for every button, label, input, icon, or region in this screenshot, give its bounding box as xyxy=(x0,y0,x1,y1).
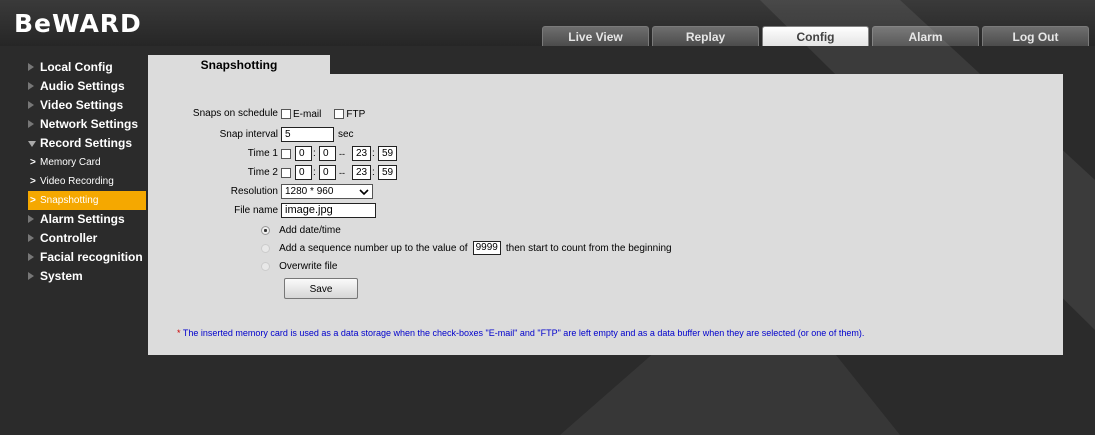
chevron-down-icon xyxy=(359,189,369,196)
time2-checkbox[interactable] xyxy=(281,168,291,178)
time2-label: Time 2 xyxy=(247,167,278,178)
save-button[interactable]: Save xyxy=(284,278,358,299)
resolution-select[interactable]: 1280 * 960 xyxy=(281,184,373,199)
option-sequence-row: Add a sequence number up to the value of… xyxy=(261,240,861,256)
sidebar-subitem-memory-card[interactable]: > Memory Card xyxy=(28,153,146,172)
sidebar-item-controller[interactable]: Controller xyxy=(28,229,146,248)
time2-row: Time 2 0 : 0 -- 23 : 59 xyxy=(168,165,468,181)
chevron-right-icon xyxy=(28,272,34,280)
interval-unit: sec xyxy=(338,129,354,140)
main-tabs: Live View Replay Config Alarm Log Out xyxy=(542,26,1092,46)
schedule-label: Snaps on schedule xyxy=(192,108,278,119)
chevron-right-icon: > xyxy=(30,157,36,168)
chevron-right-icon xyxy=(28,253,34,261)
header-bar: BeWARD Live View Replay Config Alarm Log… xyxy=(0,0,1095,46)
chevron-right-icon: > xyxy=(30,195,36,206)
filename-row: File name image.jpg xyxy=(168,203,468,219)
sidebar-item-video-settings[interactable]: Video Settings xyxy=(28,96,146,115)
chevron-right-icon xyxy=(28,120,34,128)
tab-live-view[interactable]: Live View xyxy=(542,26,649,46)
tab-alarm[interactable]: Alarm xyxy=(872,26,979,46)
tab-log-out[interactable]: Log Out xyxy=(982,26,1089,46)
chevron-right-icon xyxy=(28,215,34,223)
snapshot-settings-panel: Snaps on schedule E-mail FTP Snap interv… xyxy=(148,74,1063,355)
beward-logo: BeWARD xyxy=(14,9,142,38)
ftp-label: FTP xyxy=(346,109,366,120)
resolution-row: Resolution 1280 * 960 xyxy=(168,184,468,200)
time1-end-minute[interactable]: 59 xyxy=(378,146,397,161)
sidebar-item-alarm-settings[interactable]: Alarm Settings xyxy=(28,210,146,229)
chevron-right-icon xyxy=(28,63,34,71)
ftp-checkbox[interactable] xyxy=(334,109,345,120)
chevron-right-icon xyxy=(28,82,34,90)
add-datetime-radio[interactable] xyxy=(261,225,270,235)
tab-replay[interactable]: Replay xyxy=(652,26,759,46)
sidebar-item-facial-recognition[interactable]: Facial recognition xyxy=(28,248,146,267)
email-label: E-mail xyxy=(293,109,322,120)
chevron-down-icon xyxy=(28,141,36,151)
schedule-row: Snaps on schedule E-mail FTP xyxy=(168,106,468,122)
chevron-right-icon xyxy=(28,234,34,242)
chevron-right-icon xyxy=(28,101,34,109)
sidebar: Local Config Audio Settings Video Settin… xyxy=(28,58,146,286)
resolution-label: Resolution xyxy=(230,186,278,197)
sidebar-item-audio-settings[interactable]: Audio Settings xyxy=(28,77,146,96)
time1-start-hour[interactable]: 0 xyxy=(295,146,312,161)
email-checkbox[interactable] xyxy=(281,109,291,120)
snap-interval-input[interactable]: 5 xyxy=(281,127,334,142)
interval-label: Snap interval xyxy=(219,129,278,140)
overwrite-radio[interactable] xyxy=(261,261,270,271)
time1-end-hour[interactable]: 23 xyxy=(352,146,371,161)
time1-label: Time 1 xyxy=(247,148,278,159)
sidebar-item-record-settings[interactable]: Record Settings xyxy=(28,134,146,153)
sidebar-item-local-config[interactable]: Local Config xyxy=(28,58,146,77)
storage-note: * The inserted memory card is used as a … xyxy=(177,328,865,338)
filename-label: File name xyxy=(234,205,278,216)
time2-end-hour[interactable]: 23 xyxy=(352,165,371,180)
sequence-limit-input[interactable]: 9999 xyxy=(472,241,501,256)
time2-start-minute[interactable]: 0 xyxy=(319,165,336,180)
chevron-right-icon: > xyxy=(30,176,36,187)
sidebar-subitem-video-recording[interactable]: > Video Recording xyxy=(28,172,146,191)
time2-end-minute[interactable]: 59 xyxy=(378,165,397,180)
sequence-radio[interactable] xyxy=(261,243,270,253)
sidebar-item-network-settings[interactable]: Network Settings xyxy=(28,115,146,134)
option-add-datetime-row: Add date/time xyxy=(261,222,861,238)
time2-start-hour[interactable]: 0 xyxy=(295,165,312,180)
time1-start-minute[interactable]: 0 xyxy=(319,146,336,161)
tab-snapshotting[interactable]: Snapshotting xyxy=(148,55,330,75)
tab-config[interactable]: Config xyxy=(762,26,869,46)
filename-input[interactable]: image.jpg xyxy=(281,203,376,218)
sidebar-subitem-snapshotting[interactable]: > Snapshotting xyxy=(28,191,146,210)
option-overwrite-row: Overwrite file xyxy=(261,258,861,274)
interval-row: Snap interval 5 sec xyxy=(168,127,468,143)
time1-checkbox[interactable] xyxy=(281,149,291,159)
sidebar-item-system[interactable]: System xyxy=(28,267,146,286)
time1-row: Time 1 0 : 0 -- 23 : 59 xyxy=(168,146,468,162)
